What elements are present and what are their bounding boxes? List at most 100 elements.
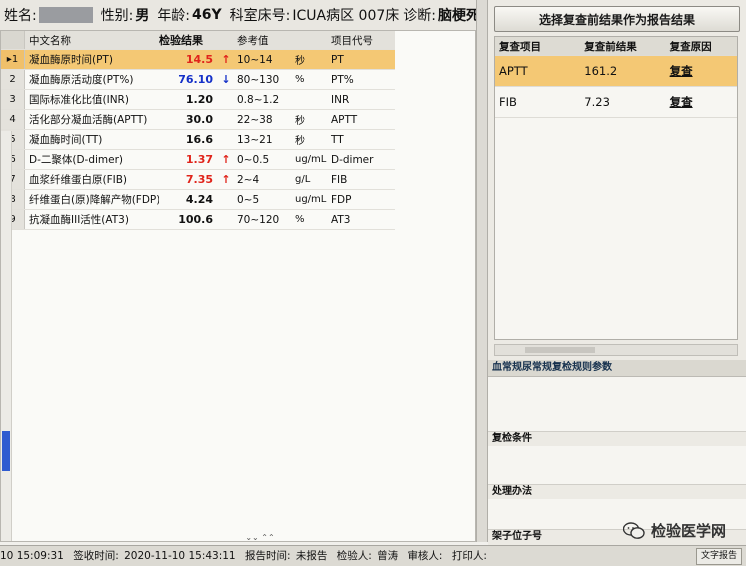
test-name: 凝血酶时间(TT): [29, 134, 103, 146]
unit: ug/mL: [295, 194, 327, 205]
test-code: D-dimer: [331, 153, 374, 166]
table-row[interactable]: 3 国际标准化比值(INR) 1.20 0.8~1.2 INR: [1, 90, 395, 110]
wechat-logo-icon: [622, 521, 645, 539]
panel-splitter[interactable]: [476, 0, 488, 542]
test-code: PT%: [331, 73, 354, 86]
diagnosis-label: 诊断:: [403, 8, 436, 24]
recheck-item: FIB: [499, 95, 517, 109]
report-value: 未报告: [295, 550, 328, 562]
printer-label: 打印人:: [451, 550, 487, 562]
receive-time: 10 15:09:31: [0, 550, 64, 562]
vertical-scrollbar[interactable]: [1, 131, 12, 541]
status-bar: 10 15:09:31 签收时间: 2020-11-10 15:43:11 报告…: [0, 545, 746, 566]
col-recheck-item[interactable]: 复查项目: [495, 39, 580, 54]
recheck-reason-link[interactable]: 复查: [666, 94, 737, 110]
test-code: AT3: [331, 213, 351, 226]
before-result: 161.2: [584, 64, 618, 78]
col-result-header[interactable]: 检验结果: [159, 32, 217, 48]
reference-range: 13~21: [237, 133, 273, 146]
unit: %: [295, 74, 305, 85]
recheck-item: APTT: [499, 64, 528, 78]
dept-label: 科室床号:: [229, 8, 291, 24]
reviewer-label: 审核人:: [407, 550, 443, 562]
scrollbar-thumb[interactable]: [2, 431, 10, 471]
col-code-header[interactable]: 项目代号: [329, 33, 395, 48]
row-number: 4: [1, 110, 25, 129]
table-row[interactable]: 6 D-二聚体(D-dimer) 1.37 ↑ 0~0.5 ug/mL D-dimer: [1, 150, 395, 170]
test-name: 国际标准化比值(INR): [29, 94, 129, 106]
results-panel: 中文名称 检验结果 参考值 项目代号 ▸1 凝血酶原时间(PT) 14.5 ↑ 10~1…: [0, 30, 476, 542]
unit: 秒: [295, 136, 305, 147]
text-report-button[interactable]: 文字报告: [695, 548, 742, 565]
inspector-value: 曾涛: [377, 550, 399, 562]
unit: ug/mL: [295, 154, 327, 165]
test-name: D-二聚体(D-dimer): [29, 154, 124, 166]
inspector-label: 检验人:: [336, 550, 372, 562]
use-prerecheck-result-button[interactable]: 选择复查前结果作为报告结果: [494, 6, 740, 32]
test-name: 血浆纤维蛋白原(FIB): [29, 174, 128, 186]
abnormal-flag: ↑: [221, 153, 231, 166]
recheck-table: 复查项目 复查前结果 复查原因 APTT 161.2 复查 FIB 7.23 复…: [494, 36, 738, 340]
more-indicator[interactable]: ⌄⌄ ⌃⌃: [215, 534, 305, 542]
method-label: 处理办法: [492, 486, 532, 497]
reference-range: 80~130: [237, 73, 280, 86]
table-row[interactable]: FIB 7.23 复查: [495, 87, 737, 118]
recheck-reason-link[interactable]: 复查: [666, 63, 737, 79]
dept-value: ICUA病区 007床: [292, 8, 400, 24]
test-result: 76.10: [178, 73, 213, 86]
test-result: 1.37: [185, 153, 213, 166]
diagnosis-value: 脑梗死: [438, 8, 480, 24]
test-code: APTT: [331, 113, 358, 126]
test-code: PT: [331, 53, 344, 66]
rule-params-area[interactable]: [488, 377, 746, 432]
scrollbar-thumb[interactable]: [525, 347, 595, 353]
table-row[interactable]: 2 凝血酶原活动度(PT%) 76.10 ↓ 80~130% PT%: [1, 70, 395, 90]
row-number: 2: [1, 70, 25, 89]
col-ref-header[interactable]: 参考值: [235, 33, 293, 48]
test-result: 7.35: [185, 173, 213, 186]
col-name-header[interactable]: 中文名称: [25, 33, 159, 48]
col-recheck-reason[interactable]: 复查原因: [666, 39, 737, 54]
test-name: 活化部分凝血活酶(APTT): [29, 114, 148, 126]
test-name: 凝血酶原时间(PT): [29, 54, 113, 66]
col-before-result[interactable]: 复查前结果: [580, 39, 665, 54]
age-label: 年龄:: [157, 8, 191, 24]
recheck-header: 复查项目 复查前结果 复查原因: [495, 37, 737, 56]
test-result: 14.5: [185, 53, 213, 66]
table-header: 中文名称 检验结果 参考值 项目代号: [1, 31, 395, 50]
test-name: 纤维蛋白(原)降解产物(FDP): [29, 194, 159, 206]
abnormal-flag: ↓: [221, 73, 231, 86]
test-result: 1.20: [185, 93, 213, 106]
table-row[interactable]: 9 抗凝血酶III活性(AT3) 100.6 70~120% AT3: [1, 210, 395, 230]
table-row[interactable]: APTT 161.2 复查: [495, 56, 737, 87]
before-result: 7.23: [584, 95, 610, 109]
table-row[interactable]: 4 活化部分凝血活酶(APTT) 30.0 22~38 秒 APTT: [1, 110, 395, 130]
test-code: FDP: [331, 193, 352, 206]
horizontal-scrollbar[interactable]: [494, 344, 738, 356]
watermark: 检验医学网: [622, 520, 726, 541]
abnormal-flag: ↑: [221, 53, 231, 66]
test-code: INR: [331, 93, 350, 106]
test-code: TT: [331, 133, 344, 146]
table-row[interactable]: 7 血浆纤维蛋白原(FIB) 7.35 ↑ 2~4 g/L FIB: [1, 170, 395, 190]
redacted-name: [38, 7, 93, 23]
test-name: 凝血酶原活动度(PT%): [29, 74, 134, 86]
sign-time: 2020-11-10 15:43:11: [124, 550, 236, 562]
table-row[interactable]: 5 凝血酶时间(TT) 16.6 13~21 秒 TT: [1, 130, 395, 150]
test-result: 4.24: [185, 193, 213, 206]
reference-range: 2~4: [237, 173, 260, 186]
unit: 秒: [295, 56, 305, 67]
sex-label: 性别:: [100, 8, 134, 24]
watermark-text: 检验医学网: [650, 522, 726, 540]
results-table: 中文名称 检验结果 参考值 项目代号 ▸1 凝血酶原时间(PT) 14.5 ↑ 10~1…: [1, 31, 395, 230]
recheck-condition-label: 复检条件: [492, 433, 532, 444]
recheck-condition-area[interactable]: [488, 446, 746, 485]
unit: %: [295, 214, 305, 225]
sign-label: 签收时间:: [73, 550, 119, 562]
reference-range: 10~14: [237, 53, 273, 66]
table-row[interactable]: ▸1 凝血酶原时间(PT) 14.5 ↑ 10~14 秒 PT: [1, 50, 395, 70]
table-row[interactable]: 8 纤维蛋白(原)降解产物(FDP) 4.24 0~5 ug/mL FDP: [1, 190, 395, 210]
test-result: 100.6: [178, 213, 213, 226]
rule-params-title: 血常规尿常规复检规则参数: [488, 360, 746, 377]
test-result: 16.6: [185, 133, 213, 146]
